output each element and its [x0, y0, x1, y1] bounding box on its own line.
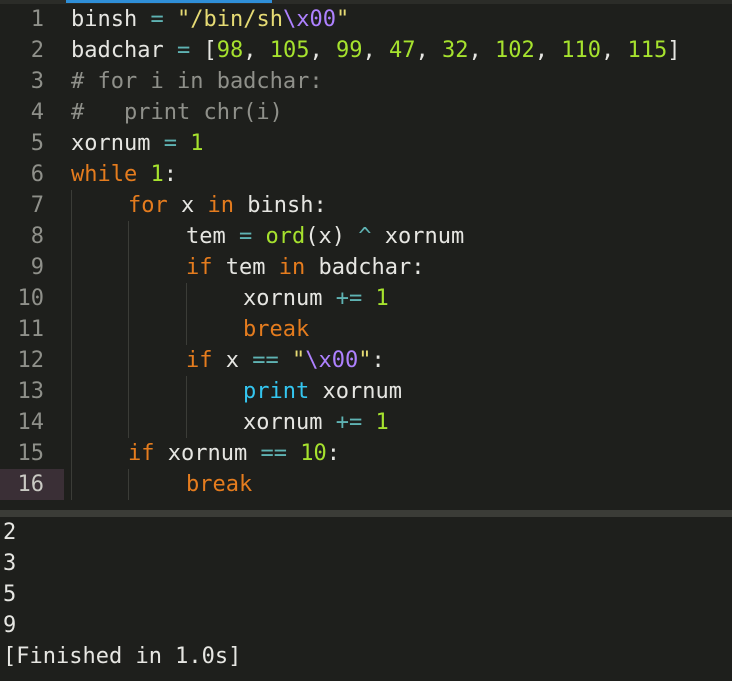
line-number: 12 — [17, 348, 45, 373]
panel-splitter[interactable] — [0, 510, 732, 517]
indent-guide — [186, 376, 187, 407]
code-keyword: break — [243, 317, 310, 342]
code-text: xornum += 1 — [243, 410, 389, 435]
line-number: 1 — [30, 7, 44, 32]
code-line-15[interactable]: 15 if xornum == 10: — [0, 438, 732, 469]
code-line-13[interactable]: 13 print xornum — [0, 376, 732, 407]
line-number: 9 — [30, 255, 44, 280]
current-line-number: 16 — [0, 469, 64, 500]
code-line-12[interactable]: 12 if x == "\x00": — [0, 345, 732, 376]
indent-guide — [71, 345, 72, 376]
indent-guide — [71, 221, 72, 252]
indent-guide — [128, 345, 129, 376]
indent-guide — [128, 221, 129, 252]
line-number: 10 — [17, 286, 45, 311]
line-number: 7 — [30, 193, 44, 218]
code-line-7[interactable]: 7 for x in binsh: — [0, 190, 732, 221]
code-text: for x in binsh: — [128, 193, 327, 218]
indent-guide — [71, 283, 72, 314]
code-line-4[interactable]: 4 # print chr(i) — [0, 97, 732, 128]
code-line-3[interactable]: 3 # for i in badchar: — [0, 66, 732, 97]
indent-guide — [128, 376, 129, 407]
code-line-2[interactable]: 2 badchar = [98, 105, 99, 47, 32, 102, 1… — [0, 35, 732, 66]
line-number: 11 — [17, 317, 45, 342]
output-line: 3 — [3, 551, 17, 576]
code-text: while 1: — [71, 162, 177, 187]
line-number: 13 — [17, 379, 45, 404]
indent-guide — [128, 314, 129, 345]
code-text: badchar = [98, 105, 99, 47, 32, 102, 110… — [71, 38, 681, 63]
build-output-panel[interactable]: 2 3 5 9 [Finished in 1.0s] — [0, 517, 732, 681]
code-line-1[interactable]: 1 binsh = "/bin/sh\x00" — [0, 4, 732, 35]
indent-guide — [71, 376, 72, 407]
indent-guide — [186, 407, 187, 438]
indent-guide — [71, 252, 72, 283]
indent-guide — [71, 314, 72, 345]
line-number: 2 — [30, 38, 44, 63]
code-line-14[interactable]: 14 xornum += 1 — [0, 407, 732, 438]
code-comment: # for i in badchar: — [71, 69, 323, 94]
line-number: 5 — [30, 131, 44, 156]
indent-guide — [128, 252, 129, 283]
code-editor[interactable]: 1 binsh = "/bin/sh\x00" 2 badchar = [98,… — [0, 4, 732, 510]
line-number: 4 — [30, 100, 44, 125]
output-line: 2 — [3, 520, 17, 545]
code-text: if xornum == 10: — [128, 441, 340, 466]
line-number: 6 — [30, 162, 44, 187]
code-text: if x == "\x00": — [186, 348, 385, 373]
code-line-5[interactable]: 5 xornum = 1 — [0, 128, 732, 159]
build-finished-status: [Finished in 1.0s] — [3, 644, 242, 669]
output-line: 9 — [3, 613, 17, 638]
code-line-8[interactable]: 8 tem = ord(x) ^ xornum — [0, 221, 732, 252]
indent-guide — [128, 469, 129, 500]
line-number: 3 — [30, 69, 44, 94]
code-text: tem = ord(x) ^ xornum — [186, 224, 465, 249]
code-line-11[interactable]: 11 break — [0, 314, 732, 345]
indent-guide — [128, 283, 129, 314]
line-number: 8 — [30, 224, 44, 249]
line-number: 14 — [17, 410, 45, 435]
indent-guide — [186, 283, 187, 314]
code-line-10[interactable]: 10 xornum += 1 — [0, 283, 732, 314]
code-comment: # print chr(i) — [71, 100, 283, 125]
code-text: xornum += 1 — [243, 286, 389, 311]
code-text: binsh = "/bin/sh\x00" — [71, 7, 350, 32]
code-text: if tem in badchar: — [186, 255, 425, 280]
indent-guide — [186, 314, 187, 345]
code-text: xornum = 1 — [71, 131, 204, 156]
indent-guide — [71, 190, 72, 221]
code-line-9[interactable]: 9 if tem in badchar: — [0, 252, 732, 283]
indent-guide — [71, 469, 72, 500]
line-number: 15 — [17, 441, 45, 466]
indent-guide — [71, 407, 72, 438]
code-line-16[interactable]: 16 break — [0, 469, 732, 500]
code-keyword: break — [186, 472, 253, 497]
indent-guide — [71, 438, 72, 469]
indent-guide — [128, 407, 129, 438]
active-tab-indicator[interactable] — [66, 0, 272, 3]
code-line-6[interactable]: 6 while 1: — [0, 159, 732, 190]
output-line: 5 — [3, 582, 17, 607]
code-text: print xornum — [243, 379, 402, 404]
